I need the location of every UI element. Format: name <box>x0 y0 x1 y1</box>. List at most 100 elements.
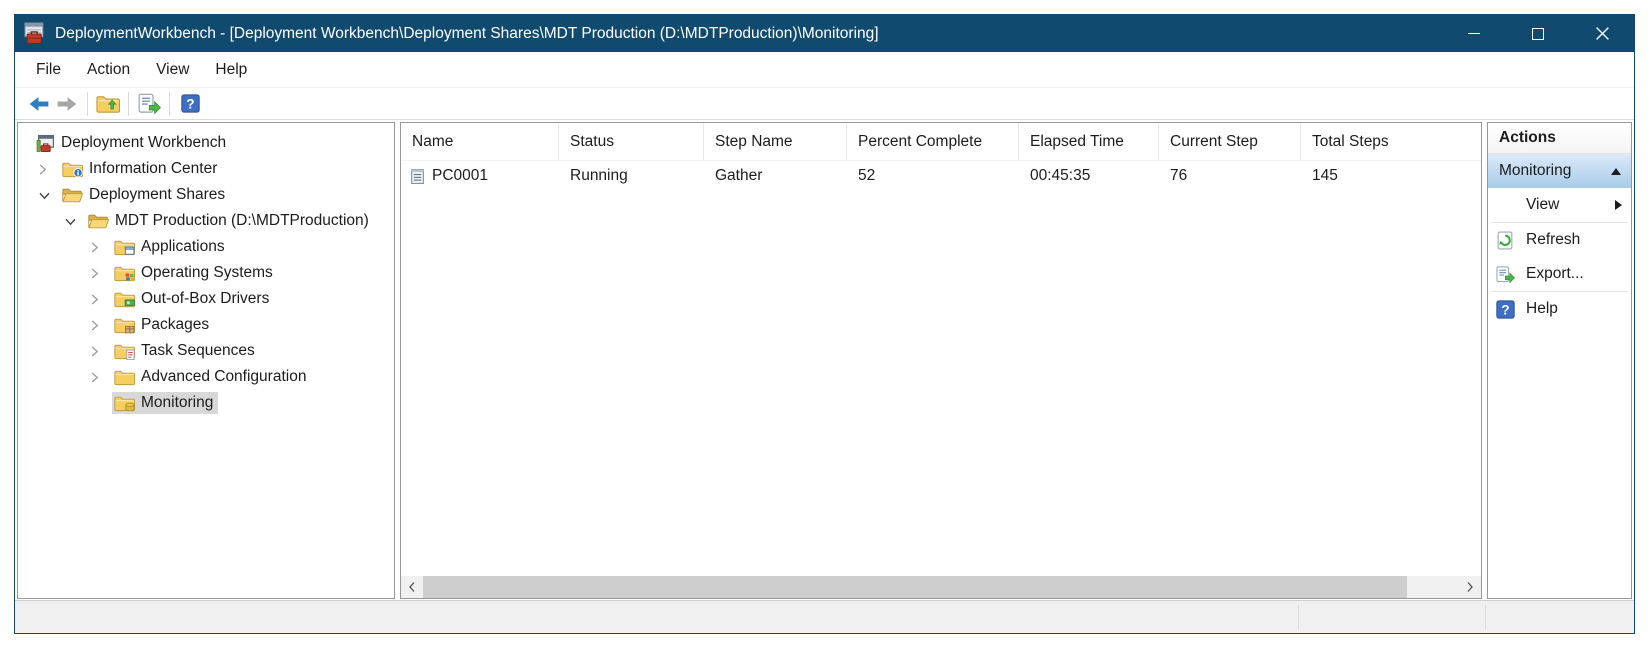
console-tree-pane: Deployment Workbench Information Center <box>17 122 395 599</box>
column-header-status[interactable]: Status <box>559 123 704 160</box>
action-help[interactable]: Help <box>1488 292 1631 326</box>
help-button[interactable] <box>176 91 204 117</box>
actions-group-monitoring[interactable]: Monitoring <box>1488 154 1631 188</box>
help-icon <box>181 94 200 113</box>
export-list-button[interactable] <box>135 91 163 117</box>
packages-folder-icon <box>114 317 135 334</box>
menu-file[interactable]: File <box>23 55 74 85</box>
tree-item-monitoring[interactable]: Monitoring <box>18 390 394 416</box>
close-button[interactable] <box>1570 15 1634 52</box>
actions-pane: Actions Monitoring View Refresh E <box>1487 122 1632 599</box>
table-row[interactable]: PC0001 Running Gather 52 00:45:35 76 145 <box>401 161 1481 191</box>
action-label: Export... <box>1526 265 1584 283</box>
tree-item-label: Operating Systems <box>141 264 273 282</box>
maximize-icon <box>1532 28 1544 40</box>
tree-item-packages[interactable]: Packages <box>18 312 394 338</box>
chevron-right-icon[interactable] <box>90 267 112 280</box>
action-view[interactable]: View <box>1488 188 1631 222</box>
tree-item-deployment-workbench[interactable]: Deployment Workbench <box>18 130 394 156</box>
chevron-down-icon[interactable] <box>38 191 60 200</box>
list-header-row: Name Status Step Name Percent Complete E… <box>401 123 1481 161</box>
scroll-left-button[interactable] <box>401 576 423 598</box>
tree-item-task-sequences[interactable]: Task Sequences <box>18 338 394 364</box>
actions-pane-title: Actions <box>1488 123 1631 154</box>
back-arrow-icon <box>28 96 50 112</box>
forward-button[interactable] <box>53 91 81 117</box>
open-folder-icon <box>88 213 109 230</box>
menu-bar: File Action View Help <box>15 52 1634 88</box>
tree-item-label: Packages <box>141 316 209 334</box>
cell-step-name: Gather <box>704 161 847 191</box>
menu-action[interactable]: Action <box>74 55 143 85</box>
scroll-right-button[interactable] <box>1459 576 1481 598</box>
window-title: DeploymentWorkbench - [Deployment Workbe… <box>55 25 879 43</box>
maximize-button[interactable] <box>1506 15 1570 52</box>
title-bar[interactable]: DeploymentWorkbench - [Deployment Workbe… <box>15 15 1634 52</box>
scrollbar-track[interactable] <box>423 576 1459 598</box>
cell-total-steps: 145 <box>1301 161 1481 191</box>
up-folder-icon <box>96 94 120 114</box>
up-one-level-button[interactable] <box>94 91 122 117</box>
tree-item-advanced-configuration[interactable]: Advanced Configuration <box>18 364 394 390</box>
chevron-right-icon[interactable] <box>38 163 60 176</box>
menu-view[interactable]: View <box>143 55 202 85</box>
action-label: View <box>1526 196 1559 214</box>
toolbar-separator <box>169 92 170 116</box>
column-header-elapsed-time[interactable]: Elapsed Time <box>1019 123 1159 160</box>
cell-name: PC0001 <box>432 167 488 185</box>
tree-item-label: Information Center <box>89 160 217 178</box>
applications-folder-icon <box>114 239 135 256</box>
back-button[interactable] <box>25 91 53 117</box>
chevron-right-icon[interactable] <box>90 371 112 384</box>
toolbar-separator <box>128 92 129 116</box>
export-icon <box>138 93 161 114</box>
information-folder-icon <box>62 161 83 178</box>
tree-item-operating-systems[interactable]: Operating Systems <box>18 260 394 286</box>
tree-item-deployment-shares[interactable]: Deployment Shares <box>18 182 394 208</box>
tree-item-out-of-box-drivers[interactable]: Out-of-Box Drivers <box>18 286 394 312</box>
deployment-workbench-window: DeploymentWorkbench - [Deployment Workbe… <box>14 14 1635 634</box>
tree-item-label: Deployment Shares <box>89 186 225 204</box>
main-area: Deployment Workbench Information Center <box>15 120 1634 600</box>
folder-icon <box>114 369 135 386</box>
refresh-icon <box>1496 231 1515 250</box>
chevron-right-icon[interactable] <box>90 293 112 306</box>
window-controls <box>1442 15 1634 52</box>
scroll-left-icon <box>408 581 416 593</box>
tree-item-mdt-production[interactable]: MDT Production (D:\MDTProduction) <box>18 208 394 234</box>
chevron-down-icon[interactable] <box>64 217 86 226</box>
column-header-step-name[interactable]: Step Name <box>704 123 847 160</box>
chevron-right-icon[interactable] <box>90 345 112 358</box>
column-header-current-step[interactable]: Current Step <box>1159 123 1301 160</box>
cell-percent-complete: 52 <box>847 161 1019 191</box>
chevron-up-icon[interactable] <box>1611 168 1621 175</box>
action-refresh[interactable]: Refresh <box>1488 223 1631 257</box>
tree-item-label: Task Sequences <box>141 342 255 360</box>
action-export[interactable]: Export... <box>1488 257 1631 291</box>
scrollbar-thumb[interactable] <box>423 576 1407 598</box>
chevron-right-icon[interactable] <box>90 319 112 332</box>
task-sequences-folder-icon <box>114 343 135 360</box>
chevron-right-icon[interactable] <box>90 241 112 254</box>
open-folder-icon <box>62 187 83 204</box>
operating-systems-folder-icon <box>114 265 135 282</box>
minimize-button[interactable] <box>1442 15 1506 52</box>
submenu-arrow-icon <box>1615 200 1622 210</box>
column-header-percent-complete[interactable]: Percent Complete <box>847 123 1019 160</box>
minimize-icon <box>1468 33 1480 35</box>
scroll-right-icon <box>1466 581 1474 593</box>
results-pane: Name Status Step Name Percent Complete E… <box>400 122 1482 599</box>
tree-item-information-center[interactable]: Information Center <box>18 156 394 182</box>
toolbar <box>15 88 1634 120</box>
computer-icon <box>409 168 426 185</box>
horizontal-scrollbar[interactable] <box>401 576 1481 598</box>
app-icon <box>24 22 47 45</box>
column-header-name[interactable]: Name <box>401 123 559 160</box>
tree-item-applications[interactable]: Applications <box>18 234 394 260</box>
status-bar <box>15 600 1634 633</box>
export-icon <box>1496 265 1515 284</box>
column-header-total-steps[interactable]: Total Steps <box>1301 123 1481 160</box>
menu-help[interactable]: Help <box>202 55 260 85</box>
forward-arrow-icon <box>56 96 78 112</box>
actions-group-label: Monitoring <box>1499 162 1571 180</box>
